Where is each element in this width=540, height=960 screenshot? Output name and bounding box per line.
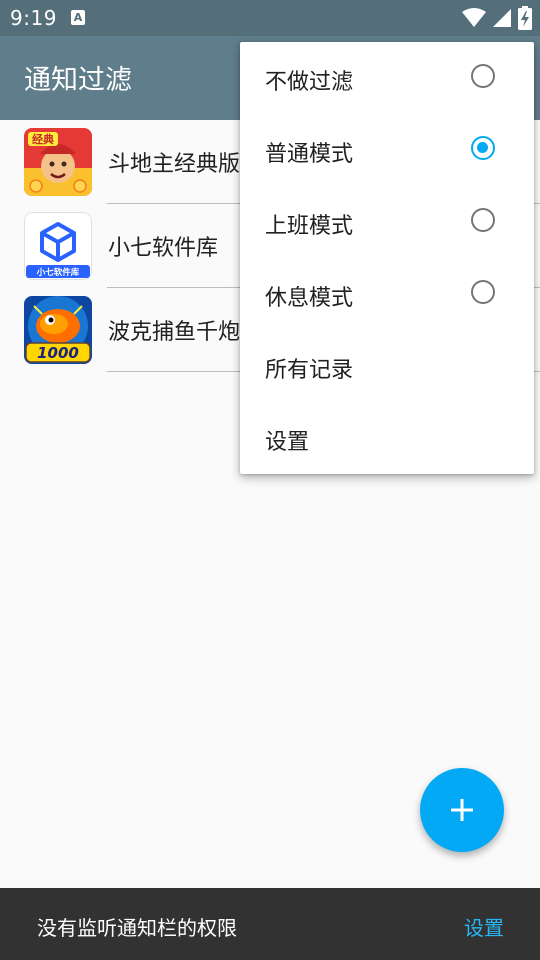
radio-checked[interactable]	[471, 136, 495, 160]
battery-charging-icon	[518, 6, 532, 30]
app-name: 小七软件库	[108, 236, 219, 261]
menu-item-normal-mode[interactable]: 普通模式	[240, 114, 534, 186]
add-button[interactable]	[420, 768, 504, 852]
wifi-icon	[462, 8, 486, 27]
xiaoqi-app-icon: 小七软件库	[24, 212, 92, 280]
plus-icon	[451, 799, 473, 821]
menu-item-label: 不做过滤	[265, 70, 354, 95]
bokebuyu-app-icon: 1000	[24, 296, 92, 364]
svg-text:经典: 经典	[32, 132, 54, 146]
snackbar-message: 没有监听通知栏的权限	[37, 916, 237, 940]
status-bar: 9:19 A	[0, 0, 540, 36]
app-title: 通知过滤	[24, 65, 132, 96]
radio-unchecked[interactable]	[471, 208, 495, 232]
menu-item-settings[interactable]: 设置	[240, 402, 534, 474]
status-time: 9:19	[10, 6, 57, 30]
radio-unchecked[interactable]	[471, 280, 495, 304]
menu-item-all-records[interactable]: 所有记录	[240, 330, 534, 402]
screen: 9:19 A 通知过滤 经典 斗地主经典版 小七软件库 小七软件库 1000 波…	[0, 0, 540, 960]
notification-a-icon: A	[71, 10, 85, 25]
menu-item-rest-mode[interactable]: 休息模式	[240, 258, 534, 330]
menu-item-label: 上班模式	[265, 214, 354, 239]
xiaoqi-icon-caption: 小七软件库	[36, 267, 80, 278]
bokebuyu-icon-caption: 1000	[37, 344, 79, 362]
snackbar: 没有监听通知栏的权限 设置	[0, 888, 540, 960]
menu-item-no-filter[interactable]: 不做过滤	[240, 42, 534, 114]
app-name: 波克捕鱼千炮	[108, 320, 241, 345]
doudizhu-app-icon: 经典	[24, 128, 92, 196]
snackbar-settings-button[interactable]: 设置	[464, 912, 504, 941]
menu-item-label: 所有记录	[265, 358, 354, 383]
radio-unchecked[interactable]	[471, 64, 495, 88]
menu-item-work-mode[interactable]: 上班模式	[240, 186, 534, 258]
cell-signal-icon	[493, 9, 511, 27]
menu-item-label: 设置	[265, 430, 310, 455]
overflow-menu: 不做过滤 普通模式 上班模式 休息模式 所有记录 设置	[240, 42, 534, 474]
status-icons	[462, 5, 532, 31]
menu-item-label: 普通模式	[265, 142, 354, 167]
app-name: 斗地主经典版	[108, 152, 241, 177]
menu-item-label: 休息模式	[265, 286, 354, 311]
